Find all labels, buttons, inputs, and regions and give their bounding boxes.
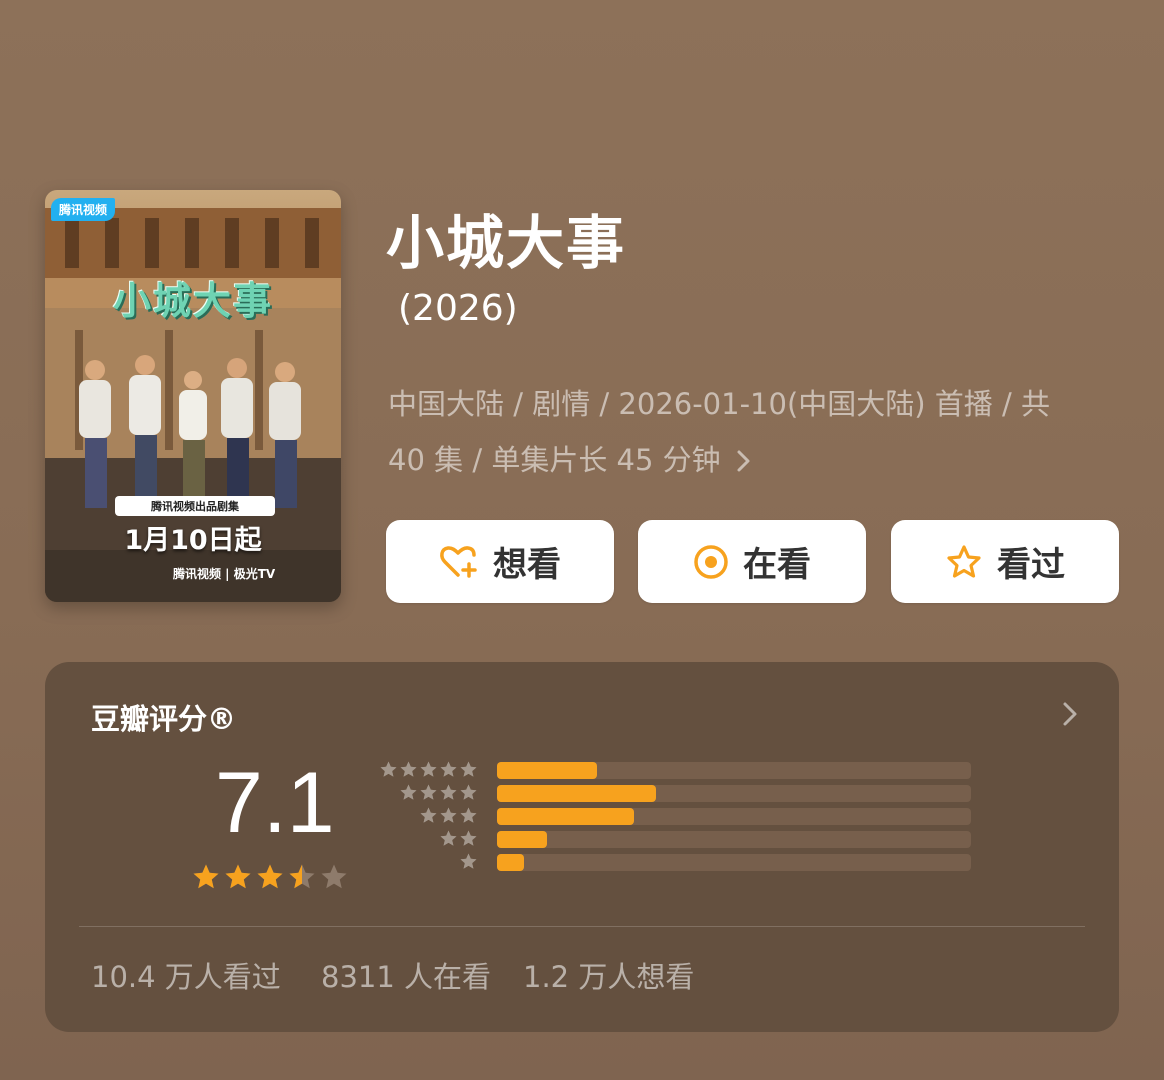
- divider: [79, 926, 1085, 927]
- distribution-stars: [419, 806, 478, 825]
- poster-badge: 腾讯视频: [51, 198, 116, 221]
- star-icon: [420, 784, 437, 800]
- star-icon: [289, 864, 315, 889]
- distribution-bar: [497, 831, 547, 848]
- distribution-track: [497, 854, 971, 871]
- distribution-bar: [497, 785, 656, 802]
- distribution-stars: [399, 783, 478, 802]
- chevron-right-icon: [727, 444, 752, 477]
- rating-label: 豆瓣评分®: [91, 702, 237, 736]
- distribution-stars: [459, 852, 478, 871]
- star-icon: [460, 784, 477, 800]
- target-icon: [694, 544, 728, 579]
- chevron-right-icon[interactable]: [1057, 694, 1085, 734]
- star-icon: [400, 784, 417, 800]
- stat-seen: 10.4 万人看过: [91, 960, 281, 994]
- distribution-row-5: [375, 760, 975, 780]
- distribution-stars: [379, 760, 478, 779]
- star-icon: [225, 864, 251, 889]
- poster-date: 1月10日起: [124, 525, 262, 556]
- poster-platform: 腾讯视频 | 极光TV: [173, 567, 276, 581]
- meta-line-2: 40 集 / 单集片长 45 分钟: [388, 432, 1128, 489]
- star-icon: [440, 830, 457, 846]
- star-icon: [420, 807, 437, 823]
- distribution-stars: [439, 829, 478, 848]
- rating-card[interactable]: 豆瓣评分® 7.1 10.4 万人看过 8311 人在看 1.2 万人想看: [45, 662, 1119, 1032]
- star-icon: [193, 864, 219, 889]
- star-icon: [440, 807, 457, 823]
- star-icon: [400, 761, 417, 777]
- stat-watching: 8311 人在看: [321, 960, 492, 994]
- poster-ribbon: 腾讯视频出品剧集: [115, 496, 275, 516]
- star-icon: [440, 761, 457, 777]
- star-icon: [257, 864, 283, 889]
- distribution-track: [497, 831, 971, 848]
- distribution-row-4: [375, 783, 975, 803]
- meta-line-2-text: 40 集 / 单集片长 45 分钟: [388, 443, 721, 477]
- star-icon: [460, 830, 477, 846]
- want-label: 想看: [493, 545, 561, 585]
- heart-plus-icon: [440, 545, 477, 578]
- show-year: (2026): [398, 288, 518, 329]
- distribution-track: [497, 808, 971, 825]
- done-button[interactable]: 看过: [891, 520, 1119, 603]
- done-label: 看过: [997, 545, 1065, 585]
- star-icon: [380, 761, 397, 777]
- distribution-row-3: [375, 806, 975, 826]
- distribution-bar: [497, 762, 597, 779]
- show-title: 小城大事: [386, 209, 627, 277]
- star-icon: [460, 853, 477, 869]
- stat-want: 1.2 万人想看: [523, 960, 695, 994]
- star-outline-icon: [947, 544, 981, 578]
- distribution-track: [497, 785, 971, 802]
- want-button[interactable]: 想看: [386, 520, 614, 603]
- distribution-row-1: [375, 852, 975, 872]
- rating-score: 7.1: [215, 755, 335, 851]
- meta-line-1: 中国大陆 / 剧情 / 2026-01-10(中国大陆) 首播 / 共: [388, 387, 1051, 421]
- distribution-track: [497, 762, 971, 779]
- distribution-bar: [497, 854, 525, 871]
- star-icon: [440, 784, 457, 800]
- star-icon: [460, 807, 477, 823]
- distribution-row-2: [375, 829, 975, 849]
- star-icon: [321, 864, 347, 889]
- doing-label: 在看: [743, 545, 811, 585]
- poster-image[interactable]: 腾讯视频 小城大事 腾讯视频出品剧集 1月10日起 腾讯视频 | 极光TV: [45, 190, 341, 602]
- star-icon: [460, 761, 477, 777]
- star-icon: [420, 761, 437, 777]
- distribution-bar: [497, 808, 635, 825]
- rating-stars: [191, 862, 349, 892]
- doing-button[interactable]: 在看: [638, 520, 866, 603]
- poster-title: 小城大事: [112, 279, 273, 323]
- show-meta[interactable]: 中国大陆 / 剧情 / 2026-01-10(中国大陆) 首播 / 共 40 集…: [388, 376, 1128, 489]
